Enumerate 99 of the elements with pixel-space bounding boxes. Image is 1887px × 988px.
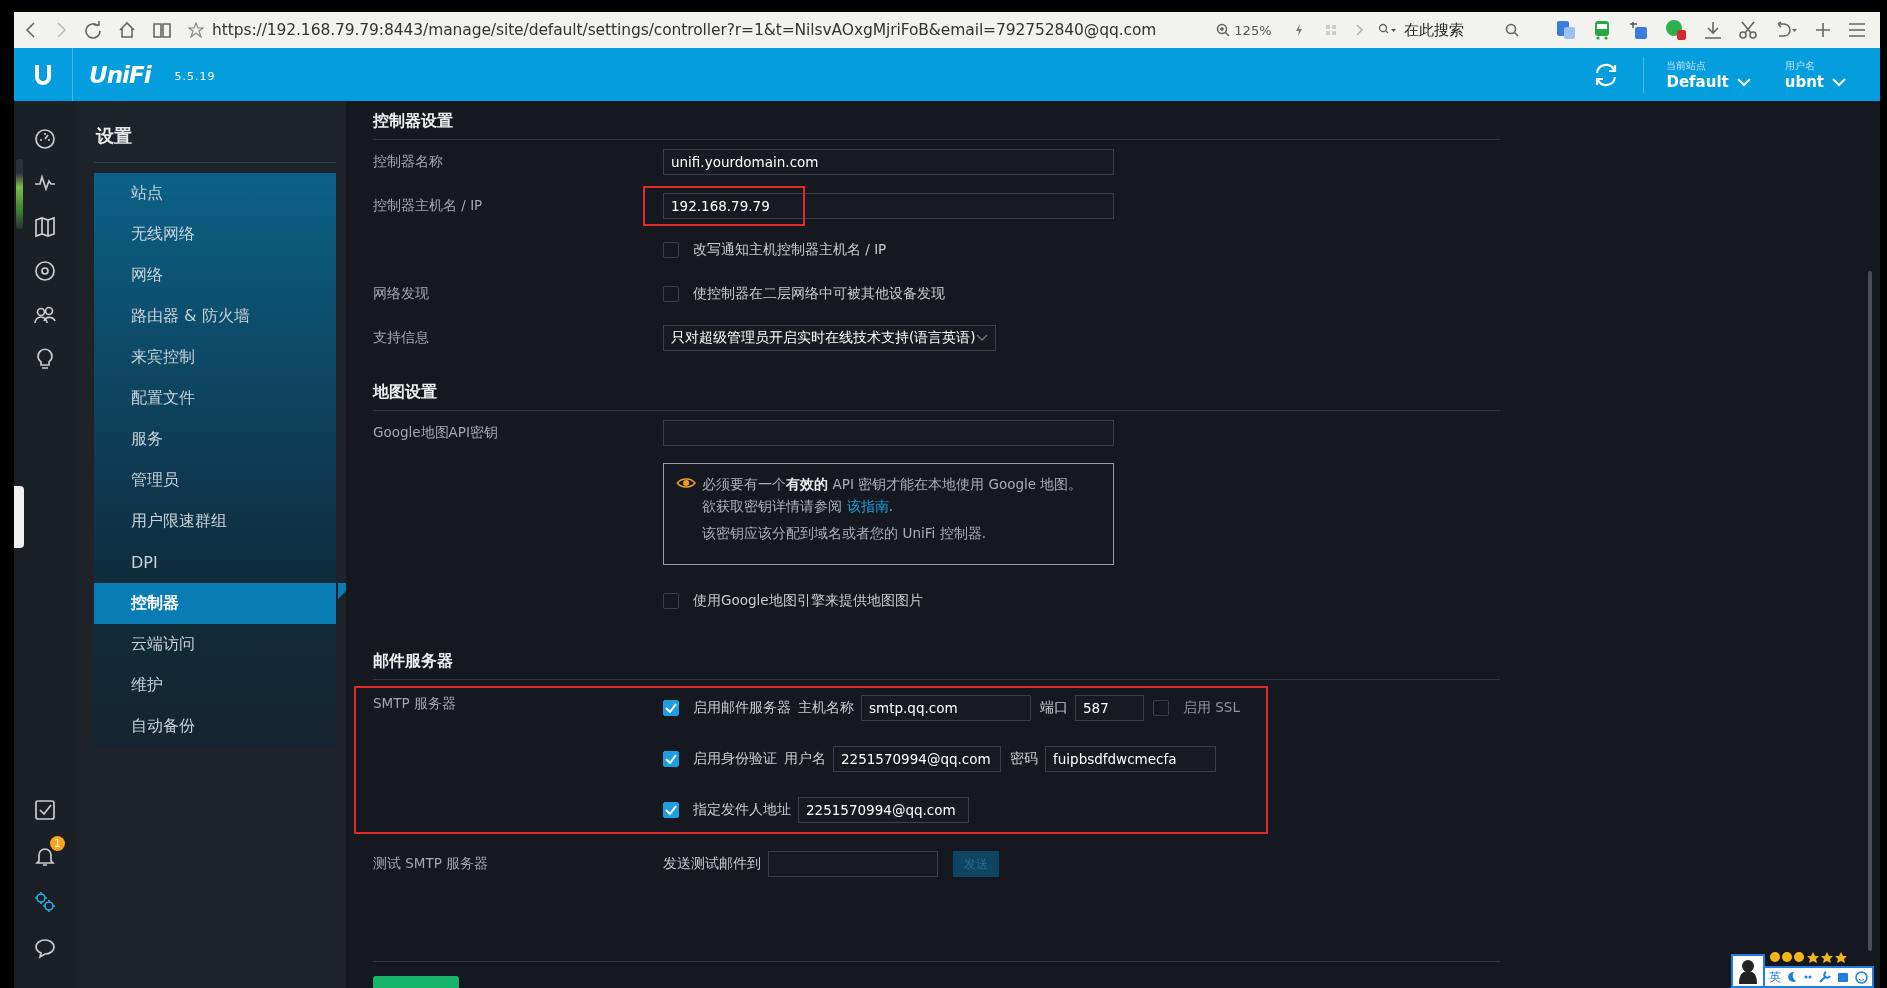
- nav-item[interactable]: 用户限速群组: [94, 501, 336, 542]
- checkbox-label: 启用身份验证: [693, 750, 777, 768]
- zoom-icon[interactable]: [1216, 23, 1231, 37]
- notification-badge: 1: [50, 836, 65, 851]
- home-icon[interactable]: [118, 21, 136, 39]
- nav-item[interactable]: 站点: [94, 173, 336, 214]
- checkbox[interactable]: [663, 286, 679, 302]
- checkbox-label: 改写通知主机控制器主机名 / IP: [693, 241, 887, 259]
- wrench-icon[interactable]: [1819, 971, 1831, 983]
- field-label: 支持信息: [373, 329, 430, 347]
- port-field[interactable]: 587: [1075, 695, 1144, 721]
- sender-field[interactable]: 2251570994@qq.com: [798, 797, 969, 823]
- chevron-down-icon: [1832, 76, 1846, 87]
- section-heading: 地图设置: [373, 378, 1500, 411]
- test-email-field[interactable]: [768, 851, 938, 877]
- field-label: 控制器名称: [373, 153, 444, 171]
- checklist-icon[interactable]: [33, 798, 57, 822]
- reload-icon[interactable]: [84, 21, 102, 39]
- nav-item[interactable]: 来宾控制: [94, 337, 336, 378]
- chevron-down-icon: [976, 334, 988, 342]
- translate-icon[interactable]: [1556, 20, 1576, 40]
- download-icon[interactable]: [1704, 21, 1722, 39]
- field-label: 端口: [1040, 699, 1068, 717]
- notice-text: 该密钥应该分配到域名或者您的 UniFi 控制器.: [702, 524, 987, 543]
- scrollbar-thumb[interactable]: [1868, 271, 1872, 951]
- nav-item[interactable]: 管理员: [94, 460, 336, 501]
- notice-text: 必须要有一个有效的 API 密钥才能在本地使用 Google 地图。欲获取密钥详情请参阅 该指南.: [702, 475, 1084, 516]
- field-label: 测试 SMTP 服务器: [373, 855, 490, 873]
- nav-item[interactable]: DPI: [94, 542, 336, 583]
- nav-item[interactable]: 配置文件: [94, 378, 336, 419]
- field-label: 密码: [1010, 750, 1038, 768]
- user-caption: 用户名: [1784, 58, 1816, 73]
- username-field[interactable]: 2251570994@qq.com: [833, 746, 1001, 772]
- moon-icon[interactable]: [1787, 971, 1797, 983]
- field-label: 网络发现: [373, 285, 430, 303]
- language-icon[interactable]: [1628, 20, 1648, 40]
- book-icon[interactable]: [152, 21, 172, 39]
- section-heading: 邮件服务器: [373, 647, 1500, 680]
- gears-icon[interactable]: [33, 890, 57, 914]
- checkbox[interactable]: [663, 242, 679, 258]
- plus-icon[interactable]: [1815, 22, 1831, 38]
- nav-item[interactable]: 路由器 & 防火墙: [94, 296, 336, 337]
- smiley-icon[interactable]: [1855, 970, 1868, 984]
- name-field[interactable]: unifi.yourdomain.com: [663, 149, 1114, 175]
- checkbox[interactable]: [663, 802, 679, 818]
- field-label: 用户名: [784, 750, 826, 768]
- checkbox-label: 启用邮件服务器: [693, 699, 791, 717]
- chevron-down-icon: [1736, 76, 1751, 87]
- keyboard-icon[interactable]: [1837, 971, 1849, 983]
- checkbox[interactable]: [663, 751, 679, 767]
- field-label: SMTP 服务器: [373, 695, 457, 713]
- nav-item[interactable]: 网络: [94, 255, 336, 296]
- section-heading: 控制器设置: [373, 107, 1500, 140]
- field-label: Google地图API密钥: [373, 424, 499, 442]
- menu-icon[interactable]: [1848, 22, 1866, 38]
- support-select[interactable]: 只对超级管理员开启实时在线技术支持(语言英语): [663, 325, 996, 351]
- nav-item[interactable]: 无线网络: [94, 214, 336, 255]
- undo-icon[interactable]: [1774, 21, 1798, 39]
- guide-link[interactable]: 该指南: [846, 498, 889, 514]
- chat-bubble-icon[interactable]: [33, 936, 57, 960]
- checkbox[interactable]: [663, 700, 679, 716]
- nav-item[interactable]: 云端访问: [94, 624, 336, 665]
- map-icon[interactable]: [33, 215, 57, 239]
- checkbox[interactable]: [1153, 700, 1169, 716]
- api-key-field[interactable]: [663, 420, 1114, 446]
- checkbox[interactable]: [663, 593, 679, 609]
- star-icon[interactable]: [188, 22, 204, 38]
- bus-icon[interactable]: [1593, 20, 1611, 40]
- checkbox-label: 使控制器在二层网络中可被其他设备发现: [693, 285, 945, 303]
- address-url[interactable]: https://192.168.79.79:8443/manage/site/default/settings/controller?r=1&t=NilsvAOxgMjriFoB&email=792752840@qq.com: [212, 21, 1157, 39]
- target-icon[interactable]: [33, 259, 57, 283]
- chat-app-icon[interactable]: [1665, 19, 1687, 41]
- input-language[interactable]: 英: [1769, 968, 1781, 986]
- nav-item[interactable]: 服务: [94, 419, 336, 460]
- search-icon[interactable]: [1505, 23, 1519, 37]
- avatar-icon: [1737, 958, 1759, 984]
- panel-title: 设置: [96, 124, 133, 148]
- logo-icon[interactable]: [32, 62, 54, 87]
- smtp-host-field[interactable]: smtp.qq.com: [861, 695, 1031, 721]
- checkbox-label: 使用Google地图引擎来提供地图图片: [693, 592, 923, 610]
- field-label: 主机名称: [798, 699, 854, 717]
- site-caption: 当前站点: [1666, 58, 1708, 73]
- zoom-level[interactable]: 125%: [1234, 22, 1272, 38]
- host-field[interactable]: 192.168.79.79: [663, 193, 1114, 219]
- version-label: 5.5.19: [174, 69, 216, 83]
- field-label: 发送测试邮件到: [663, 855, 761, 873]
- checkbox-label: 启用 SSL: [1183, 699, 1240, 717]
- collapse-handle[interactable]: [14, 486, 24, 548]
- scissors-icon[interactable]: [1739, 21, 1757, 39]
- search-placeholder[interactable]: 在此搜索: [1403, 20, 1464, 40]
- password-field[interactable]: fuipbsdfdwcmecfa: [1045, 746, 1216, 772]
- back-icon[interactable]: [24, 21, 38, 39]
- nav-item[interactable]: 自动备份: [94, 706, 336, 747]
- ime-toolbar[interactable]: 英: [1765, 966, 1874, 988]
- nav-item[interactable]: 维护: [94, 665, 336, 706]
- gauge-icon[interactable]: [33, 127, 57, 151]
- field-label: 控制器主机名 / IP: [373, 197, 484, 215]
- checkbox-label: 指定发件人地址: [693, 801, 791, 819]
- level-meter: [16, 159, 23, 229]
